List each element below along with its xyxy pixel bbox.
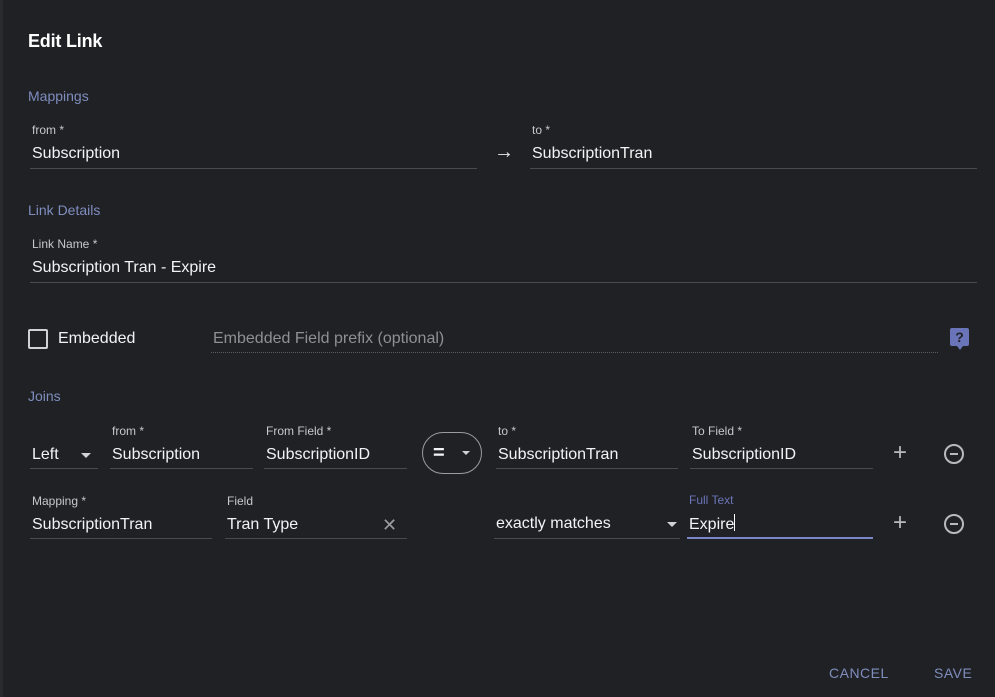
join-to-label: to *: [498, 424, 517, 438]
join-from-field-value: SubscriptionID: [266, 446, 371, 463]
join-to-field-label: To Field *: [692, 424, 743, 438]
join-operator-button[interactable]: =: [422, 432, 482, 474]
mapping-arrow-icon: →: [494, 141, 514, 163]
mapping-to-value: SubscriptionTran: [532, 145, 653, 162]
mapping-to-label: to *: [532, 123, 551, 137]
full-text-value-wrap: Expire: [689, 514, 736, 534]
remove-join-icon[interactable]: [944, 444, 964, 464]
link-name-field[interactable]: Link Name * Subscription Tran - Expire: [30, 237, 977, 283]
match-type-select[interactable]: exactly matches: [494, 494, 680, 539]
clear-field-icon[interactable]: ✕: [382, 515, 397, 536]
link-name-value: Subscription Tran - Expire: [32, 259, 217, 276]
mapping-from-label: from *: [32, 123, 65, 137]
add-condition-icon[interactable]: +: [893, 511, 907, 535]
join-type-value: Left: [32, 446, 59, 463]
edit-link-dialog: Edit Link Mappings from * Subscription →…: [0, 0, 995, 697]
match-type-caret-icon: [667, 522, 677, 527]
mapping-to-field[interactable]: to * SubscriptionTran: [530, 123, 977, 169]
condition-field-select[interactable]: Field Tran Type: [225, 494, 407, 539]
help-icon[interactable]: ?: [950, 328, 969, 350]
match-type-value: exactly matches: [496, 515, 611, 532]
full-text-label: Full Text: [689, 493, 734, 507]
embedded-prefix-input[interactable]: Embedded Field prefix (optional): [211, 326, 938, 353]
condition-mapping-select[interactable]: Mapping * SubscriptionTran: [30, 494, 212, 539]
mappings-heading: Mappings: [28, 88, 89, 104]
join-type-caret-icon: [81, 453, 91, 458]
operator-caret-icon: [462, 451, 470, 455]
join-from-label: from *: [112, 424, 145, 438]
save-button[interactable]: SAVE: [934, 665, 972, 681]
full-text-input[interactable]: Full Text Expire: [687, 493, 873, 539]
dialog-title: Edit Link: [28, 31, 103, 51]
join-to-field-value: SubscriptionID: [692, 446, 797, 463]
join-from-field-label: From Field *: [266, 424, 332, 438]
join-to-value: SubscriptionTran: [498, 446, 619, 463]
join-from-field[interactable]: from * Subscription: [110, 424, 253, 469]
embedded-prefix-placeholder: Embedded Field prefix (optional): [213, 330, 445, 347]
join-from-value: Subscription: [112, 446, 201, 463]
add-join-icon[interactable]: +: [893, 441, 907, 465]
joins-heading: Joins: [28, 388, 61, 404]
condition-field-value: Tran Type: [227, 516, 299, 533]
join-type-select[interactable]: Left: [30, 424, 98, 469]
full-text-value: Expire: [689, 516, 735, 533]
link-details-heading: Link Details: [28, 202, 101, 218]
mapping-from-value: Subscription: [32, 145, 121, 162]
join-to-field-select[interactable]: To Field * SubscriptionID: [690, 424, 873, 469]
condition-mapping-value: SubscriptionTran: [32, 516, 153, 533]
join-to-field[interactable]: to * SubscriptionTran: [496, 424, 678, 469]
condition-mapping-label: Mapping *: [32, 494, 87, 508]
embedded-label[interactable]: Embedded: [58, 330, 135, 348]
equals-icon: =: [433, 442, 445, 464]
link-name-label: Link Name *: [32, 237, 98, 251]
embedded-checkbox[interactable]: [28, 329, 48, 349]
condition-field-label: Field: [227, 494, 254, 508]
cancel-button[interactable]: CANCEL: [829, 665, 889, 681]
remove-condition-icon[interactable]: [944, 514, 964, 534]
text-cursor: [734, 514, 736, 531]
mapping-from-field[interactable]: from * Subscription: [30, 123, 477, 169]
join-from-field-select[interactable]: From Field * SubscriptionID: [264, 424, 407, 469]
dialog-edge: [0, 0, 3, 697]
